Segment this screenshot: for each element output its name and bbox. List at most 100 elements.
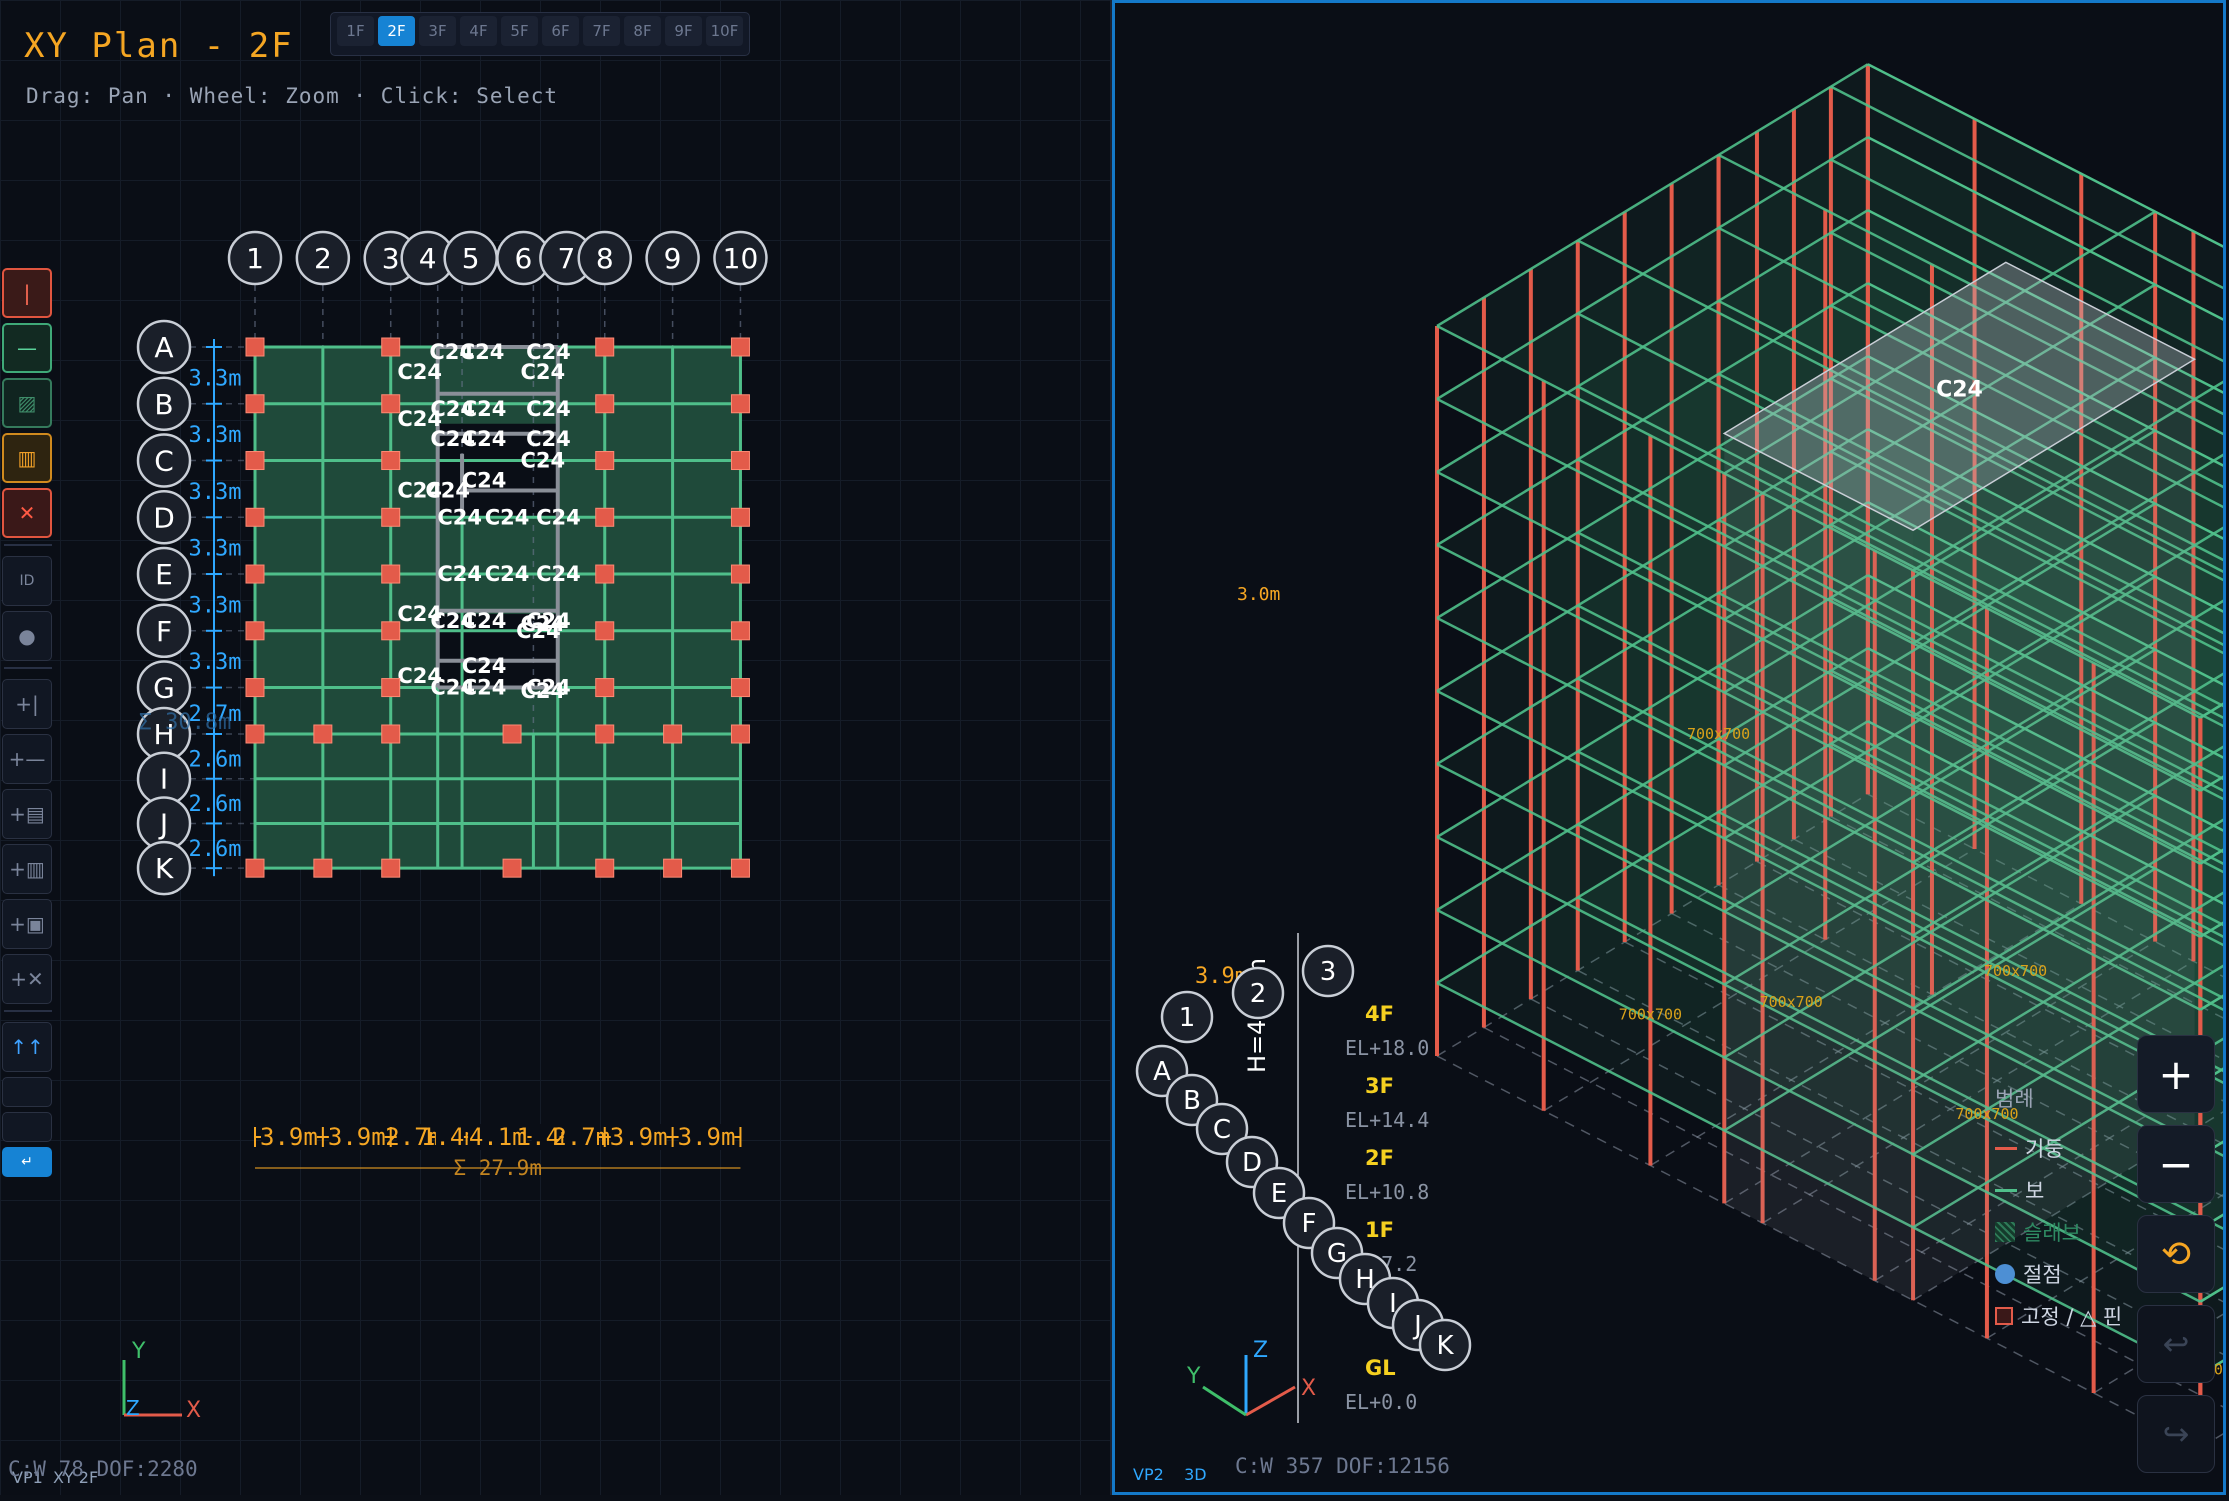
core-label: C24 <box>437 562 482 586</box>
column[interactable] <box>663 724 683 744</box>
column[interactable] <box>313 724 333 744</box>
grid-bubble-label: 1 <box>246 242 264 275</box>
column[interactable] <box>381 621 401 641</box>
core-label: C24 <box>520 360 565 384</box>
column[interactable] <box>595 394 615 414</box>
column[interactable] <box>245 451 265 471</box>
3d-viewport[interactable]: 4FEL+18.03FEL+14.42FEL+10.81FEL+7.2GLEL+… <box>1112 0 2226 1495</box>
core-label: C24 <box>462 654 507 678</box>
grid-bubble-label: 3 <box>1320 957 1337 987</box>
column[interactable] <box>381 678 401 698</box>
column[interactable] <box>381 451 401 471</box>
y-span-label: 3.3m <box>189 650 242 675</box>
grid-bubble-label: A <box>154 331 173 364</box>
column[interactable] <box>730 337 750 357</box>
column[interactable] <box>595 507 615 527</box>
column[interactable] <box>663 858 683 878</box>
zoom-out-button[interactable]: − <box>2137 1125 2215 1203</box>
grid-bubble-label: G <box>153 672 175 705</box>
core-label: C24 <box>462 676 507 700</box>
axis-y-label: Y <box>131 1339 146 1364</box>
column[interactable] <box>245 678 265 698</box>
column[interactable] <box>730 678 750 698</box>
level-name: GL <box>1365 1356 1396 1380</box>
plan-stats: C:W 78 DOF:2280 <box>8 1457 198 1481</box>
x-span-label: 3.9m <box>610 1123 668 1151</box>
x-span-label: 3.9m <box>678 1123 736 1151</box>
column[interactable] <box>245 564 265 584</box>
column[interactable] <box>595 678 615 698</box>
column[interactable] <box>730 451 750 471</box>
column[interactable] <box>245 724 265 744</box>
x-span-label: 3.9m <box>328 1123 386 1151</box>
section-label: 700x700 <box>1687 725 1750 743</box>
column[interactable] <box>595 858 615 878</box>
reset-view-button[interactable]: ⟲ <box>2137 1215 2215 1293</box>
core-label: C24 <box>437 505 482 529</box>
redo-button[interactable]: ↪ <box>2137 1395 2215 1473</box>
x-total-label: Σ 27.9m <box>453 1156 542 1180</box>
axis-x-label: X <box>186 1398 201 1423</box>
node-dot-icon <box>1995 1264 2015 1284</box>
column[interactable] <box>730 621 750 641</box>
grid-bubble-label: E <box>155 558 173 591</box>
undo-button[interactable]: ↩ <box>2137 1305 2215 1383</box>
core-label: C24 <box>462 609 507 633</box>
level-name: 2F <box>1365 1146 1394 1170</box>
section-label: 700x700 <box>1619 1006 1682 1024</box>
zoom-in-button[interactable]: + <box>2137 1035 2215 1113</box>
column[interactable] <box>381 394 401 414</box>
y-span-label: 3.3m <box>189 423 242 448</box>
grid-bubble-label: D <box>1242 1148 1262 1178</box>
column[interactable] <box>381 724 401 744</box>
level-elevation: EL+14.4 <box>1345 1108 1429 1132</box>
slab-hatch-icon <box>1995 1222 2015 1242</box>
column[interactable] <box>245 337 265 357</box>
y-span-label: 2.6m <box>189 792 242 817</box>
grid-bubble-label: 2 <box>1250 979 1267 1009</box>
dim-label: 3.0m <box>1237 584 1280 605</box>
column[interactable] <box>502 724 522 744</box>
3d-stats: C:W 357 DOF:12156 <box>1235 1454 1450 1478</box>
column[interactable] <box>381 858 401 878</box>
column[interactable] <box>730 564 750 584</box>
column[interactable] <box>245 507 265 527</box>
level-name: 1F <box>1365 1218 1394 1242</box>
grid-bubble-label: 5 <box>462 242 480 275</box>
axis-z-label: Z <box>1253 1338 1268 1363</box>
column[interactable] <box>502 858 522 878</box>
core-label: C24 <box>485 562 530 586</box>
y-span-label: 2.6m <box>189 837 242 862</box>
column[interactable] <box>245 858 265 878</box>
column[interactable] <box>730 507 750 527</box>
column[interactable] <box>595 337 615 357</box>
y-grid-bubbles: ABCDEFGHIJK3.3m3.3m3.3m3.3m3.3m3.3m2.7m2… <box>136 319 242 896</box>
plan-viewport[interactable]: XY Plan - 2F Drag: Pan · Wheel: Zoom · C… <box>0 0 1112 1495</box>
axis-triad: Y X Z <box>122 1339 201 1423</box>
plan-drawing[interactable]: C24C24 C24C24 C24C24C24 C24C24C24C24 C24C24C… <box>0 0 1110 1495</box>
column[interactable] <box>730 394 750 414</box>
column[interactable] <box>595 621 615 641</box>
grid-bubble-label: J <box>158 807 168 840</box>
y-span-label: 2.6m <box>189 747 242 772</box>
core-label: C24 <box>526 427 571 451</box>
column[interactable] <box>313 858 333 878</box>
y-span-label: 3.3m <box>189 366 242 391</box>
core-label: C24 <box>526 676 571 700</box>
column[interactable] <box>730 858 750 878</box>
grid-bubble-label: F <box>1302 1209 1317 1239</box>
column[interactable] <box>730 724 750 744</box>
core-label: C24 <box>536 505 581 529</box>
column[interactable] <box>381 507 401 527</box>
column[interactable] <box>595 724 615 744</box>
column[interactable] <box>245 621 265 641</box>
column[interactable] <box>381 337 401 357</box>
core-label: C24 <box>462 427 507 451</box>
column[interactable] <box>381 564 401 584</box>
column[interactable] <box>245 394 265 414</box>
column[interactable] <box>595 564 615 584</box>
grid-bubble-label: B <box>154 388 173 421</box>
column[interactable] <box>595 451 615 471</box>
core-label: C24 <box>425 479 470 503</box>
x-span-label: 2.7m <box>552 1123 610 1151</box>
